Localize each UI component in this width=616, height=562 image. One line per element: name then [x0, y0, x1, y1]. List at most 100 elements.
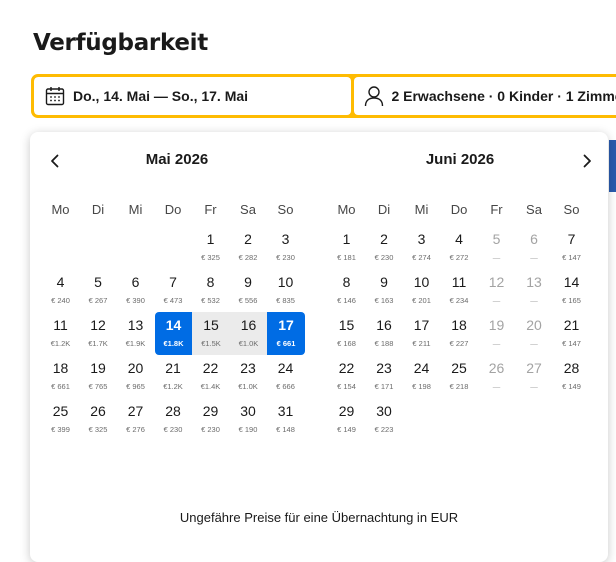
day-price: €1.2K [163, 382, 183, 391]
calendar-day: 13 — [516, 269, 553, 312]
calendar-day[interactable]: 14 €1.8K [154, 312, 193, 355]
day-price: € 181 [337, 253, 356, 262]
date-field[interactable]: Do., 14. Mai — So., 17. Mai [34, 77, 352, 115]
day-price: € 165 [562, 296, 581, 305]
calendar-day[interactable]: 17 € 211 [403, 312, 440, 355]
calendar-day[interactable]: 18 € 227 [441, 312, 478, 355]
day-price: € 666 [276, 382, 295, 391]
calendar-day[interactable]: 1 € 325 [192, 226, 229, 269]
calendar-day[interactable]: 10 € 201 [403, 269, 440, 312]
calendar-day[interactable]: 22 € 154 [328, 355, 365, 398]
day-price: € 149 [337, 425, 356, 434]
day-price: € 154 [337, 382, 356, 391]
calendar-day[interactable]: 4 € 272 [441, 226, 478, 269]
calendar-day[interactable]: 24 € 198 [403, 355, 440, 398]
day-number: 31 [277, 403, 294, 419]
day-number: 14 [165, 317, 182, 333]
calendar-day[interactable]: 16 €1.0K [229, 312, 268, 355]
day-price: € 227 [449, 339, 469, 348]
calendar-day[interactable]: 19 € 765 [80, 355, 117, 398]
calendar-day[interactable]: 6 € 390 [117, 269, 154, 312]
calendar-day: 5— [478, 226, 515, 269]
calendar-day[interactable]: 23 € 171 [366, 355, 403, 398]
calendar-day[interactable]: 12 €1.7K [80, 312, 117, 355]
day-number: 4 [56, 274, 65, 290]
calendar-day[interactable]: 17 € 661 [267, 312, 305, 355]
calendar-day[interactable]: 18 € 661 [42, 355, 79, 398]
calendar-day[interactable]: 16 € 188 [366, 312, 403, 355]
calendar-day[interactable]: 25 € 399 [42, 398, 79, 441]
calendar-day[interactable]: 1 € 181 [328, 226, 365, 269]
calendar-day[interactable]: 14 € 165 [553, 269, 590, 312]
calendar-day[interactable]: 9 € 556 [230, 269, 267, 312]
calendar-day[interactable]: 9 € 163 [366, 269, 403, 312]
guests-text: 2 Erwachsene · 0 Kinder · 1 Zimmer [391, 88, 616, 104]
calendar-day[interactable]: 3 € 230 [267, 226, 304, 269]
weekday-label: Fr [490, 202, 503, 217]
day-number: 21 [165, 360, 181, 376]
weekday-label: Mo [51, 202, 70, 217]
day-price: — [530, 253, 538, 262]
calendar-day[interactable]: 7 € 473 [155, 269, 192, 312]
day-number: 22 [202, 360, 219, 376]
day-number: 20 [127, 360, 144, 376]
calendar-day: 19 — [478, 312, 515, 355]
calendar-day[interactable]: 24 € 666 [267, 355, 304, 398]
day-price: € 148 [276, 425, 295, 434]
day-price: € 198 [412, 382, 431, 391]
price-footnote: Ungefähre Preise für eine Übernachtung i… [179, 510, 459, 525]
day-price: € 168 [337, 339, 356, 348]
calendar-day[interactable]: 25 € 218 [441, 355, 478, 398]
day-number: 17 [278, 317, 294, 333]
day-price: € 325 [201, 253, 220, 262]
calendar-day[interactable]: 8 € 146 [328, 269, 365, 312]
calendar-day[interactable]: 21 € 147 [553, 312, 590, 355]
calendar-day[interactable]: 21 €1.2K [155, 355, 192, 398]
day-price: € 230 [201, 425, 220, 434]
calendar-day[interactable]: 31 € 148 [267, 398, 304, 441]
calendar-day[interactable]: 4 € 240 [42, 269, 79, 312]
day-number: 16 [376, 317, 392, 333]
calendar-day[interactable]: 27 € 276 [117, 398, 154, 441]
calendar-day[interactable]: 13 €1.9K [117, 312, 154, 355]
calendar-day[interactable]: 22 €1.4K [192, 355, 229, 398]
day-number: 26 [90, 403, 106, 419]
day-number: 22 [338, 360, 355, 376]
month-title: Juni 2026 [425, 151, 495, 168]
calendar-day[interactable]: 7 € 147 [553, 226, 590, 269]
calendar-day[interactable]: 28 € 230 [155, 398, 192, 441]
day-number: 4 [455, 231, 463, 247]
calendar-day[interactable]: 28 € 149 [553, 355, 590, 398]
day-price: — [492, 296, 501, 305]
calendar-day[interactable]: 29 € 230 [192, 398, 229, 441]
day-price: € 276 [126, 425, 145, 434]
calendar-day[interactable]: 3 € 274 [403, 226, 440, 269]
day-price: € 149 [562, 382, 581, 391]
calendar-day[interactable]: 15 € 168 [328, 312, 365, 355]
calendar-day[interactable]: 30 € 223 [366, 398, 403, 441]
day-price: € 230 [276, 253, 295, 262]
calendar-day[interactable]: 5 € 267 [80, 269, 117, 312]
calendar-day[interactable]: 29 € 149 [328, 398, 365, 441]
calendar-day[interactable]: 8 € 532 [192, 269, 229, 312]
prev-month-button[interactable] [42, 148, 68, 174]
guests-field[interactable]: 2 Erwachsene · 0 Kinder · 1 Zimmer [354, 77, 616, 115]
calendar-day[interactable]: 11 € 234 [441, 269, 478, 312]
calendar-day[interactable]: 11 €1.2K [42, 312, 79, 355]
next-month-button[interactable] [574, 148, 600, 174]
day-number: 21 [563, 317, 580, 333]
calendar-day[interactable]: 15 €1.5K [192, 312, 230, 355]
day-price: €1.0K [238, 339, 259, 348]
calendar-day[interactable]: 23 €1.0K [230, 355, 267, 398]
calendar-day[interactable]: 30 € 190 [230, 398, 267, 441]
calendar-day[interactable]: 10 € 835 [267, 269, 304, 312]
calendar-day[interactable]: 20 € 965 [117, 355, 154, 398]
calendar-day[interactable]: 2 € 230 [366, 226, 403, 269]
calendar-day[interactable]: 26 € 325 [80, 398, 117, 441]
calendar-day: 6— [516, 226, 553, 269]
weekday-label: Fr [204, 202, 217, 217]
day-price: € 211 [412, 339, 431, 348]
calendar-day[interactable]: 2 € 282 [230, 226, 267, 269]
day-price: € 171 [374, 382, 394, 391]
day-number: 12 [90, 317, 106, 333]
